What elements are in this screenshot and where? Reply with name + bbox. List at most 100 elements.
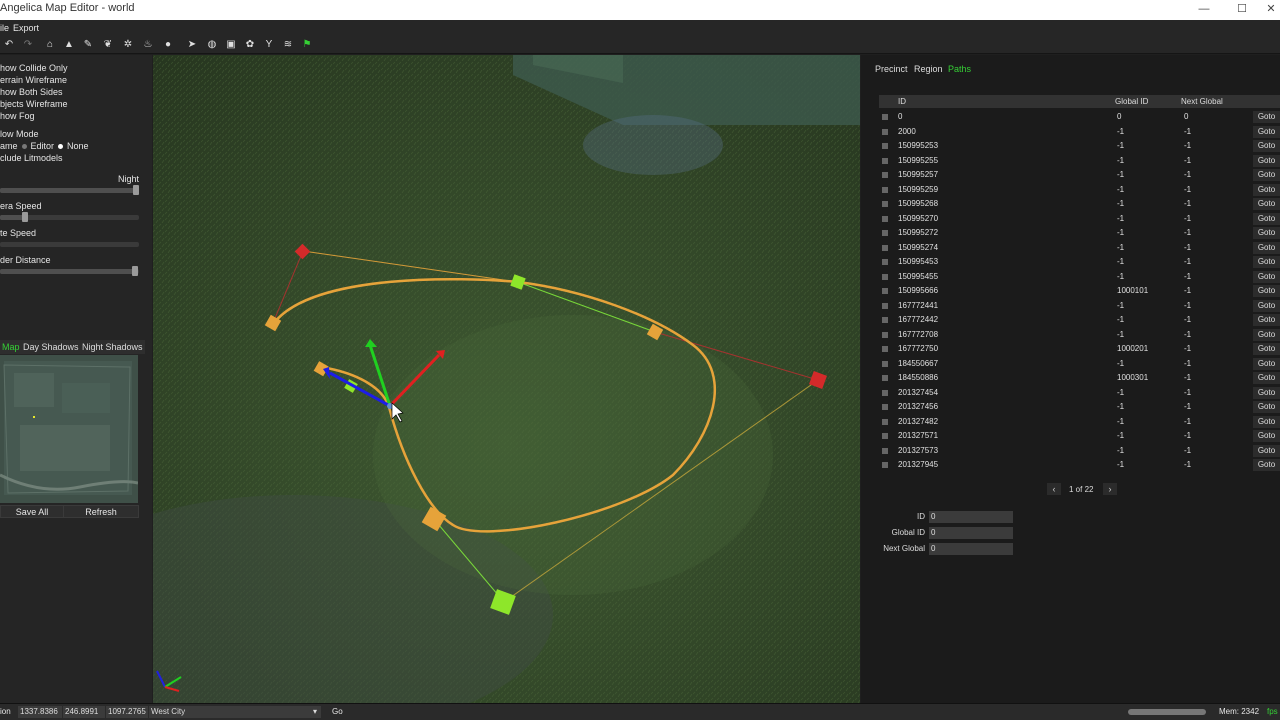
- camera-speed-slider[interactable]: [0, 212, 139, 222]
- menu-file[interactable]: ile: [0, 23, 9, 33]
- tab-precinct[interactable]: Precinct: [875, 64, 908, 74]
- goto-button[interactable]: Goto: [1253, 140, 1280, 152]
- id-field[interactable]: 0: [929, 511, 1013, 523]
- viewport-scene[interactable]: [153, 55, 860, 703]
- goto-button[interactable]: Goto: [1253, 357, 1280, 370]
- table-row[interactable]: 150995259 -1 -1 Goto: [879, 183, 1280, 198]
- col-id-header[interactable]: ID: [898, 97, 906, 106]
- goto-button[interactable]: Goto: [1253, 285, 1280, 297]
- pen-icon[interactable]: ✎: [81, 38, 95, 52]
- table-row[interactable]: 167772441 -1 -1 Goto: [879, 299, 1280, 314]
- table-row[interactable]: 150995453 -1 -1 Goto: [879, 255, 1280, 270]
- show-collide-toggle[interactable]: how Collide Only: [0, 63, 68, 73]
- goto-button[interactable]: Goto: [1253, 241, 1280, 254]
- goto-button[interactable]: Goto: [1253, 198, 1280, 210]
- goto-button[interactable]: Goto: [1253, 430, 1280, 442]
- goto-button[interactable]: Goto: [1253, 183, 1280, 196]
- tab-night-shadows[interactable]: Night Shadows: [80, 340, 145, 354]
- go-button[interactable]: Go: [332, 707, 343, 716]
- goto-button[interactable]: Goto: [1253, 386, 1280, 399]
- table-row[interactable]: 167772442 -1 -1 Goto: [879, 313, 1280, 328]
- 3d-viewport[interactable]: [153, 55, 860, 703]
- water-icon[interactable]: ≋: [281, 38, 295, 52]
- table-row[interactable]: 167772750 1000201 -1 Goto: [879, 342, 1280, 357]
- table-row[interactable]: 150995274 -1 -1 Goto: [879, 241, 1280, 256]
- redo-icon[interactable]: ↷: [21, 38, 35, 52]
- mode-none-label[interactable]: None: [67, 141, 89, 151]
- render-distance-slider[interactable]: [0, 266, 139, 276]
- table-row[interactable]: 150995253 -1 -1 Goto: [879, 139, 1280, 154]
- goto-button[interactable]: Goto: [1253, 111, 1280, 123]
- goto-button[interactable]: Goto: [1253, 169, 1280, 181]
- mode-editor-radio[interactable]: [21, 143, 27, 149]
- table-row[interactable]: 201327945 -1 -1 Goto: [879, 458, 1280, 473]
- save-all-button[interactable]: Save All: [0, 505, 64, 518]
- image-icon[interactable]: ▣: [224, 38, 238, 52]
- table-row[interactable]: 150995255 -1 -1 Goto: [879, 154, 1280, 169]
- goto-button[interactable]: Goto: [1253, 227, 1280, 239]
- goto-button[interactable]: Goto: [1253, 343, 1280, 355]
- goto-button[interactable]: Goto: [1253, 401, 1280, 413]
- goto-button[interactable]: Goto: [1253, 154, 1280, 167]
- table-row[interactable]: 150995270 -1 -1 Goto: [879, 212, 1280, 227]
- tab-paths[interactable]: Paths: [948, 64, 971, 74]
- tab-map[interactable]: Map: [0, 340, 22, 354]
- table-row[interactable]: 150995666 1000101 -1 Goto: [879, 284, 1280, 299]
- table-row[interactable]: 150995268 -1 -1 Goto: [879, 197, 1280, 212]
- city-select[interactable]: West City ▾: [149, 706, 321, 718]
- camera-speed-knob[interactable]: [22, 212, 29, 222]
- horizontal-scrollbar[interactable]: [1128, 709, 1206, 715]
- goto-button[interactable]: Goto: [1253, 299, 1280, 312]
- terrain-wireframe-toggle[interactable]: errain Wireframe: [0, 75, 67, 85]
- table-row[interactable]: 150995257 -1 -1 Goto: [879, 168, 1280, 183]
- time-slider-knob[interactable]: [133, 185, 139, 195]
- table-row[interactable]: 150995272 -1 -1 Goto: [879, 226, 1280, 241]
- include-litmodels-toggle[interactable]: clude Litmodels: [0, 153, 63, 163]
- goto-button[interactable]: Goto: [1253, 459, 1280, 471]
- maximize-button[interactable]: ☐: [1220, 0, 1264, 20]
- table-row[interactable]: 201327454 -1 -1 Goto: [879, 386, 1280, 401]
- table-row[interactable]: 201327456 -1 -1 Goto: [879, 400, 1280, 415]
- table-row[interactable]: 201327573 -1 -1 Goto: [879, 444, 1280, 459]
- bulb-icon[interactable]: ●: [161, 38, 175, 52]
- refresh-button[interactable]: Refresh: [63, 505, 139, 518]
- pointer-icon[interactable]: ➤: [185, 38, 199, 52]
- table-row[interactable]: 184550886 1000301 -1 Goto: [879, 371, 1280, 386]
- goto-button[interactable]: Goto: [1253, 372, 1280, 384]
- show-fog-toggle[interactable]: how Fog: [0, 111, 35, 121]
- goto-button[interactable]: Goto: [1253, 444, 1280, 457]
- table-row[interactable]: 201327571 -1 -1 Goto: [879, 429, 1280, 444]
- table-row[interactable]: 150995455 -1 -1 Goto: [879, 270, 1280, 285]
- mode-none-radio[interactable]: [58, 143, 64, 149]
- rotate-speed-slider[interactable]: [0, 242, 139, 247]
- mode-editor-label[interactable]: Editor: [31, 141, 55, 151]
- table-row[interactable]: 0 0 0 Goto: [879, 110, 1280, 125]
- pos-x-field[interactable]: 1337.8386: [18, 706, 62, 718]
- goto-button[interactable]: Goto: [1253, 328, 1280, 341]
- prev-page-button[interactable]: ‹: [1047, 483, 1061, 495]
- fire-icon[interactable]: ♨: [141, 38, 155, 52]
- close-button[interactable]: ✕: [1262, 0, 1280, 20]
- show-both-sides-toggle[interactable]: how Both Sides: [0, 87, 63, 97]
- global-id-field[interactable]: 0: [929, 527, 1013, 539]
- flag-icon[interactable]: ⚑: [300, 38, 314, 52]
- home-icon[interactable]: ⌂: [43, 38, 57, 52]
- render-distance-knob[interactable]: [131, 266, 138, 276]
- table-row[interactable]: 184550667 -1 -1 Goto: [879, 357, 1280, 372]
- col-next-header[interactable]: Next Global: [1181, 97, 1223, 106]
- cluster-icon[interactable]: ✿: [243, 38, 257, 52]
- next-page-button[interactable]: ›: [1103, 483, 1117, 495]
- goto-button[interactable]: Goto: [1253, 415, 1280, 428]
- table-row[interactable]: 167772708 -1 -1 Goto: [879, 328, 1280, 343]
- tree-icon[interactable]: ▲: [62, 38, 76, 52]
- time-slider[interactable]: [0, 185, 139, 195]
- goto-button[interactable]: Goto: [1253, 125, 1280, 138]
- goto-button[interactable]: Goto: [1253, 314, 1280, 326]
- plant-icon[interactable]: Y: [262, 38, 276, 52]
- undo-icon[interactable]: ↶: [2, 38, 16, 52]
- pos-z-field[interactable]: 1097.2765: [106, 706, 148, 718]
- next-global-field[interactable]: 0: [929, 543, 1013, 555]
- minimap[interactable]: [0, 355, 138, 503]
- gears-icon[interactable]: ✲: [121, 38, 135, 52]
- col-global-header[interactable]: Global ID: [1115, 97, 1148, 106]
